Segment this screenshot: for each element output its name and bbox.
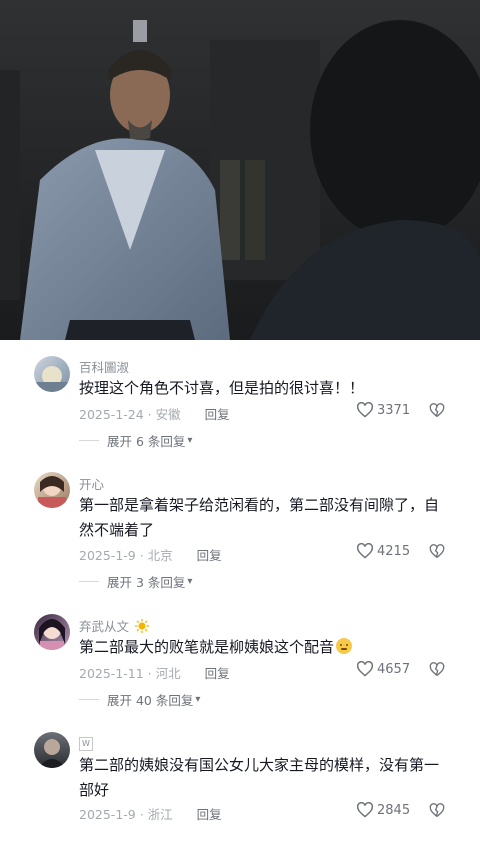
comment-username[interactable]: 开心	[79, 474, 104, 493]
chevron-down-icon: ▾	[195, 694, 201, 705]
expand-replies-button[interactable]: 展开 6 条回复 ▾	[79, 431, 192, 450]
like-button[interactable]: 4657	[356, 661, 410, 677]
dislike-button[interactable]	[429, 403, 445, 422]
like-count: 4215	[377, 543, 411, 559]
smile-emoji-icon	[336, 638, 353, 654]
like-count: 2845	[377, 802, 411, 818]
broken-heart-icon	[429, 662, 445, 677]
like-button[interactable]: 2845	[356, 802, 410, 818]
comment-date-location: 2025-1-24 · 安徽	[79, 407, 181, 422]
avatar-image	[39, 619, 65, 650]
reply-button[interactable]: 回复	[197, 548, 222, 563]
like-count: 3371	[377, 402, 411, 418]
video-frame-image	[0, 0, 480, 340]
comment-username[interactable]: 弃武从文	[79, 616, 149, 635]
comment-date-location: 2025-1-9 · 浙江	[79, 807, 173, 822]
chevron-down-icon: ▾	[187, 576, 193, 587]
divider-line	[79, 440, 99, 441]
comment-username-text: 弃武从文	[79, 619, 130, 634]
avatar[interactable]	[34, 356, 70, 392]
avatar[interactable]	[34, 472, 70, 508]
heart-outline-icon	[356, 802, 374, 818]
reply-button[interactable]: 回复	[197, 807, 222, 822]
dislike-button[interactable]	[429, 662, 445, 681]
comment-meta: 2025-1-24 · 安徽 回复	[79, 404, 230, 423]
comment-text: 按理这个角色不讨喜，但是拍的很讨喜！！	[79, 379, 365, 397]
divider-line	[79, 699, 99, 700]
comment-date-location: 2025-1-9 · 北京	[79, 548, 173, 563]
comment-text-content: 第二部最大的败笔就是柳姨娘这个配音	[79, 638, 335, 656]
avatar-image	[34, 366, 70, 392]
heart-outline-icon	[356, 402, 374, 418]
comment-username[interactable]: 百科圖淑	[79, 357, 129, 376]
comment-text: 第二部的姨娘没有国公女儿大家主母的模样，没有第一部好	[79, 756, 440, 799]
sun-emoji-icon	[135, 619, 149, 633]
expand-replies-button[interactable]: 展开 40 条回复 ▾	[79, 690, 200, 709]
broken-heart-icon	[429, 803, 445, 818]
comment-meta: 2025-1-11 · 河北 回复	[79, 663, 230, 682]
reply-button[interactable]: 回复	[205, 407, 230, 422]
heart-outline-icon	[356, 543, 374, 559]
dislike-button[interactable]	[429, 803, 445, 822]
like-button[interactable]: 3371	[356, 402, 410, 418]
reply-button[interactable]: 回复	[205, 666, 230, 681]
dislike-button[interactable]	[429, 544, 445, 563]
avatar[interactable]	[34, 614, 70, 650]
broken-heart-icon	[429, 544, 445, 559]
comment-username-text: W	[79, 737, 93, 751]
comment-username[interactable]: W	[79, 734, 93, 751]
like-button[interactable]: 4215	[356, 543, 410, 559]
comment-text: 第二部最大的败笔就是柳姨娘这个配音	[79, 635, 449, 660]
comment-text: 第一部是拿着架子给范闲看的，第二部没有间隙了，自然不端着了	[79, 496, 440, 539]
expand-replies-button[interactable]: 展开 3 条回复 ▾	[79, 572, 192, 591]
like-count: 4657	[377, 661, 411, 677]
avatar[interactable]	[34, 732, 70, 768]
video-player[interactable]	[0, 0, 480, 340]
expand-replies-label: 展开 40 条回复	[107, 693, 194, 708]
avatar-image	[38, 739, 66, 768]
avatar-image	[38, 476, 66, 508]
expand-replies-label: 展开 3 条回复	[107, 575, 186, 590]
comment-meta: 2025-1-9 · 北京 回复	[79, 545, 222, 564]
broken-heart-icon	[429, 403, 445, 418]
heart-outline-icon	[356, 661, 374, 677]
expand-replies-label: 展开 6 条回复	[107, 434, 186, 449]
divider-line	[79, 581, 99, 582]
chevron-down-icon: ▾	[187, 435, 193, 446]
comment-meta: 2025-1-9 · 浙江 回复	[79, 804, 222, 823]
comment-date-location: 2025-1-11 · 河北	[79, 666, 181, 681]
